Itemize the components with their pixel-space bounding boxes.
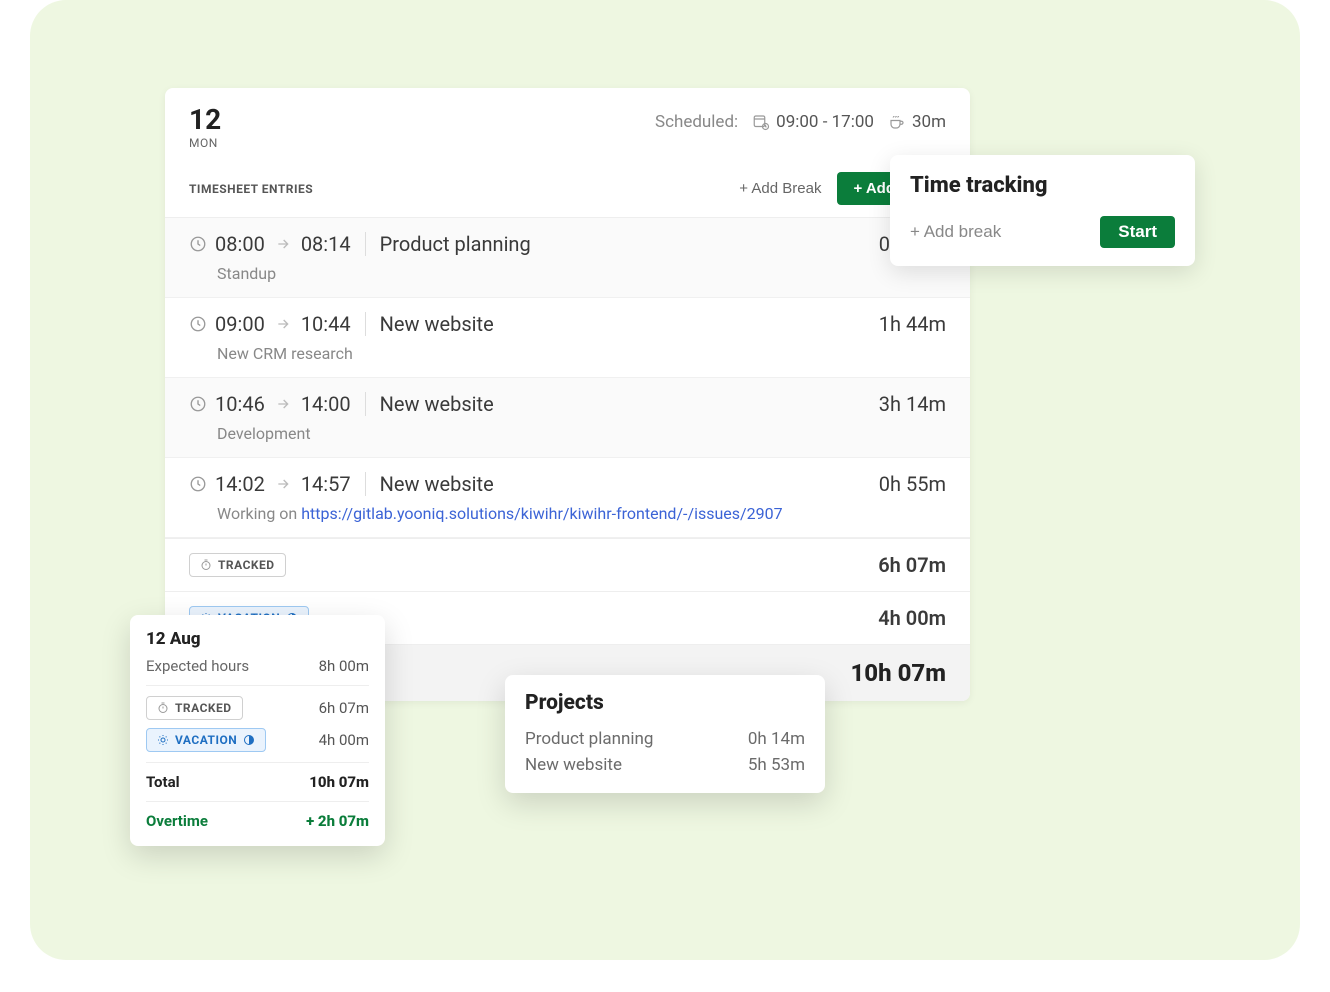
entry-start: 10:46 <box>215 392 265 416</box>
timesheet-entry[interactable]: 14:02 14:57 New website 0h 55m Working o… <box>165 458 970 538</box>
scheduled-time: 09:00 - 17:00 <box>776 112 874 132</box>
calendar-clock-icon <box>752 113 770 131</box>
projects-title: Projects <box>525 691 805 715</box>
sun-icon <box>157 734 169 746</box>
clock-icon <box>189 315 207 333</box>
half-circle-icon <box>243 734 255 746</box>
stopwatch-icon <box>200 559 212 571</box>
project-name: Product planning <box>525 729 653 749</box>
entry-project: Product planning <box>380 232 531 256</box>
project-row: Product planning 0h 14m <box>525 729 805 749</box>
entry-end: 10:44 <box>301 312 351 336</box>
entry-start: 14:02 <box>215 472 265 496</box>
timesheet-entry[interactable]: 10:46 14:00 New website 3h 14m Developme… <box>165 378 970 458</box>
expected-label: Expected hours <box>146 657 249 675</box>
project-duration: 0h 14m <box>748 729 805 749</box>
entry-project: New website <box>380 472 494 496</box>
arrow-right-icon <box>275 236 291 252</box>
projects-popover: Projects Product planning 0h 14m New websi… <box>505 675 825 793</box>
day-block: 12 MON <box>189 106 221 150</box>
entry-duration: 0h 55m <box>879 472 946 496</box>
clock-icon <box>189 395 207 413</box>
time-tracking-widget: Time tracking + Add break Start <box>890 155 1195 266</box>
day-header: 12 MON Scheduled: 09:00 - 17:00 30m <box>165 88 970 160</box>
projects-list: Product planning 0h 14m New website 5h 53m <box>525 729 805 775</box>
clock-icon <box>189 475 207 493</box>
entry-note: Standup <box>189 264 946 283</box>
total-label: Total <box>146 773 180 791</box>
vacation-pill: VACATION <box>146 728 266 752</box>
break-time: 30m <box>912 112 946 132</box>
entry-note: New CRM research <box>189 344 946 363</box>
entry-duration: 3h 14m <box>879 392 946 416</box>
arrow-right-icon <box>275 396 291 412</box>
start-button[interactable]: Start <box>1100 216 1175 248</box>
arrow-right-icon <box>275 476 291 492</box>
tracked-pill: TRACKED <box>189 553 286 577</box>
break-group: 30m <box>888 112 946 132</box>
expected-value: 8h 00m <box>319 657 369 675</box>
entry-link[interactable]: https://gitlab.yooniq.solutions/kiwihr/k… <box>301 504 782 523</box>
summary-duration: 4h 00m <box>878 606 946 630</box>
day-summary-popover: 12 Aug Expected hours 8h 00m TRACKED 6h … <box>130 615 385 846</box>
summary-row: TRACKED 6h 07m <box>165 538 970 591</box>
scheduled-group: 09:00 - 17:00 <box>752 112 874 132</box>
scheduled-label: Scheduled: <box>655 112 738 132</box>
day-number: 12 <box>189 106 221 134</box>
entry-project: New website <box>380 392 494 416</box>
summary-date: 12 Aug <box>146 629 369 649</box>
project-name: New website <box>525 755 622 775</box>
entry-end: 14:00 <box>301 392 351 416</box>
arrow-right-icon <box>275 316 291 332</box>
stopwatch-icon <box>157 702 169 714</box>
add-break-button[interactable]: + Add Break <box>739 180 821 197</box>
entry-start: 09:00 <box>215 312 265 336</box>
entry-note: Working on https://gitlab.yooniq.solutio… <box>189 504 946 523</box>
entries-toolbar: TIMESHEET ENTRIES + Add Break + Add time <box>165 160 970 218</box>
vacation-value: 4h 00m <box>319 731 369 749</box>
app-canvas: 12 MON Scheduled: 09:00 - 17:00 30m <box>30 0 1300 960</box>
entry-note: Development <box>189 424 946 443</box>
timesheet-entry[interactable]: 09:00 10:44 New website 1h 44m New CRM r… <box>165 298 970 378</box>
overtime-value: + 2h 07m <box>306 812 369 830</box>
widget-add-break-button[interactable]: + Add break <box>910 222 1001 242</box>
summary-duration: 10h 07m <box>850 659 946 687</box>
day-weekday: MON <box>189 136 221 150</box>
entry-note-prefix: Working on <box>217 504 301 523</box>
entry-end: 08:14 <box>301 232 351 256</box>
overtime-label: Overtime <box>146 812 208 830</box>
entries-list: 08:00 08:14 Product planning 0h 14m Stan… <box>165 218 970 538</box>
tracked-pill-label: TRACKED <box>175 701 232 715</box>
timesheet-entry[interactable]: 08:00 08:14 Product planning 0h 14m Stan… <box>165 218 970 298</box>
summary-duration: 6h 07m <box>878 553 946 577</box>
time-tracking-title: Time tracking <box>910 173 1175 198</box>
entries-title: TIMESHEET ENTRIES <box>189 182 313 196</box>
project-duration: 5h 53m <box>748 755 805 775</box>
coffee-icon <box>888 113 906 131</box>
schedule-info: Scheduled: 09:00 - 17:00 30m <box>655 112 946 132</box>
entry-project: New website <box>380 312 494 336</box>
total-value: 10h 07m <box>309 773 369 791</box>
entry-duration: 1h 44m <box>879 312 946 336</box>
entry-start: 08:00 <box>215 232 265 256</box>
vacation-pill-label: VACATION <box>175 733 237 747</box>
tracked-value: 6h 07m <box>319 699 369 717</box>
entry-end: 14:57 <box>301 472 351 496</box>
project-row: New website 5h 53m <box>525 755 805 775</box>
timesheet-card: 12 MON Scheduled: 09:00 - 17:00 30m <box>165 88 970 701</box>
clock-icon <box>189 235 207 253</box>
tracked-pill: TRACKED <box>146 696 243 720</box>
tracked-pill-label: TRACKED <box>218 558 275 572</box>
